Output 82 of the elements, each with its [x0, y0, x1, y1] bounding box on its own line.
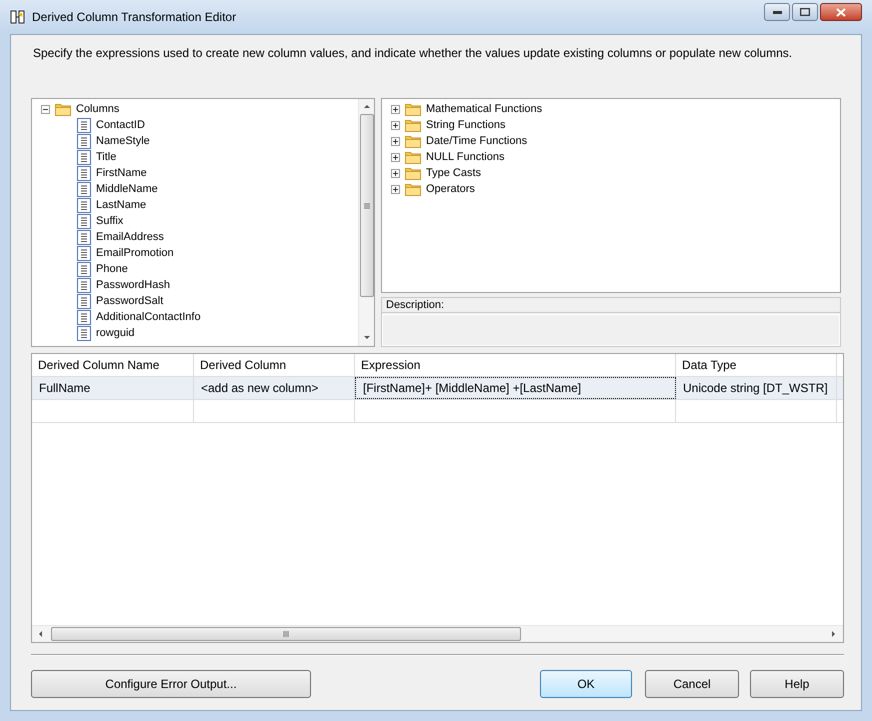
scroll-right-icon[interactable]	[830, 630, 838, 638]
instructions-text: Specify the expressions used to create new column values, and indicate whether the values update existing columns or populate new columns.	[33, 45, 794, 62]
scroll-thumb[interactable]	[51, 627, 521, 641]
tree-item[interactable]: Type Casts	[426, 164, 482, 182]
table-cell[interactable]: FullName	[32, 377, 194, 399]
table-cell[interactable]: <add as new column>	[194, 377, 355, 399]
tree-item[interactable]: Date/Time Functions	[426, 132, 528, 150]
expand-icon[interactable]	[391, 120, 400, 130]
column-icon	[77, 278, 91, 292]
tree-item[interactable]: FirstName	[96, 164, 147, 182]
grip-icon	[283, 631, 289, 637]
tree-item[interactable]: String Functions	[426, 116, 506, 134]
tree-item[interactable]: PasswordHash	[96, 276, 170, 294]
maximize-button[interactable]	[792, 3, 818, 21]
horizontal-scrollbar[interactable]	[32, 625, 843, 642]
expand-icon[interactable]	[391, 168, 400, 178]
ok-button[interactable]: OK	[540, 670, 632, 698]
tree-item[interactable]: Mathematical Functions	[426, 100, 542, 118]
column-icon	[77, 310, 91, 324]
column-icon	[77, 134, 91, 148]
configure-error-output-button[interactable]: Configure Error Output...	[31, 670, 311, 698]
folder-icon	[405, 134, 421, 148]
minimize-button[interactable]	[764, 3, 790, 21]
column-icon	[77, 214, 91, 228]
grid-row[interactable]: FullName <add as new column> [FirstName]+ [MiddleName] +[LastName] Unicode string [DT_WSTR]	[32, 377, 843, 400]
grip-icon	[364, 202, 370, 208]
column-icon	[77, 230, 91, 244]
expand-icon[interactable]	[391, 184, 400, 194]
scroll-down-icon[interactable]	[362, 334, 370, 342]
maximize-icon	[800, 8, 810, 16]
collapse-icon[interactable]	[41, 104, 50, 114]
column-icon	[77, 326, 91, 340]
tree-item[interactable]: LastName	[96, 196, 146, 214]
tree-item[interactable]: Operators	[426, 180, 475, 198]
expand-icon[interactable]	[391, 104, 400, 114]
tree-item[interactable]: AdditionalContactInfo	[96, 308, 201, 326]
column-icon	[77, 150, 91, 164]
tree-item[interactable]: rowguid	[96, 324, 135, 342]
column-icon	[77, 262, 91, 276]
column-icon	[77, 166, 91, 180]
column-icon	[77, 198, 91, 212]
column-icon	[77, 118, 91, 132]
window-title: Derived Column Transformation Editor	[32, 9, 236, 26]
tree-item[interactable]: Title	[96, 148, 116, 166]
close-icon	[836, 8, 846, 16]
column-header[interactable]: Derived Column Name	[32, 354, 194, 376]
help-button[interactable]: Help	[750, 670, 844, 698]
app-icon	[10, 9, 26, 25]
column-header[interactable]: Data Type	[676, 354, 837, 376]
column-icon	[77, 246, 91, 260]
table-cell[interactable]: Unicode string [DT_WSTR]	[676, 377, 837, 399]
tree-item[interactable]: NameStyle	[96, 132, 150, 150]
folder-icon	[405, 150, 421, 164]
vertical-scrollbar[interactable]	[358, 99, 374, 346]
tree-item[interactable]: EmailPromotion	[96, 244, 174, 262]
expand-icon[interactable]	[391, 136, 400, 146]
folder-icon	[405, 182, 421, 196]
scroll-left-icon[interactable]	[37, 630, 45, 638]
tree-item[interactable]: PasswordSalt	[96, 292, 164, 310]
scroll-up-icon[interactable]	[362, 103, 370, 111]
minimize-icon	[772, 10, 782, 14]
tree-item[interactable]: Columns	[76, 100, 120, 118]
description-label: Description:	[381, 297, 841, 313]
tree-item[interactable]: Suffix	[96, 212, 124, 230]
column-icon	[77, 294, 91, 308]
scroll-thumb[interactable]	[360, 114, 374, 297]
column-header[interactable]: Derived Column	[194, 354, 355, 376]
tree-item[interactable]: MiddleName	[96, 180, 158, 198]
folder-icon	[405, 118, 421, 132]
table-cell[interactable]: [FirstName]+ [MiddleName] +[LastName]	[355, 377, 676, 399]
close-button[interactable]	[820, 3, 862, 21]
folder-icon	[405, 102, 421, 116]
tree-item[interactable]: NULL Functions	[426, 148, 504, 166]
column-header[interactable]: Expression	[355, 354, 676, 376]
column-icon	[77, 182, 91, 196]
tree-item[interactable]: EmailAddress	[96, 228, 164, 246]
tree-item[interactable]: ContactID	[96, 116, 145, 134]
folder-icon	[55, 102, 71, 116]
cancel-button[interactable]: Cancel	[645, 670, 739, 698]
tree-item[interactable]: Phone	[96, 260, 128, 278]
expand-icon[interactable]	[391, 152, 400, 162]
folder-icon	[405, 166, 421, 180]
